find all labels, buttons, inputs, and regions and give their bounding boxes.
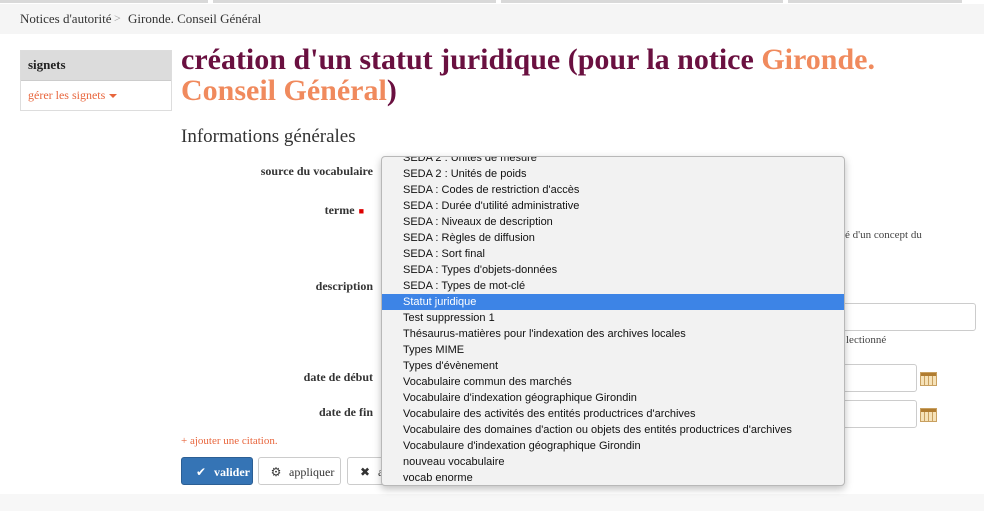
dropdown-options: SEDA 2 : Unités de mesure SEDA 2 : Unité…	[382, 157, 844, 485]
check-icon: ✔	[195, 465, 207, 479]
description-label: description	[315, 279, 373, 293]
add-citation-link[interactable]: + ajouter une citation.	[181, 435, 278, 447]
end-date-input[interactable]	[838, 400, 917, 428]
dropdown-option[interactable]: Types d'évènement	[382, 358, 844, 374]
dropdown-option[interactable]: Vocabulaire des domaines d'action ou obj…	[382, 422, 844, 438]
start-date-input[interactable]	[838, 364, 917, 392]
dropdown-option-selected[interactable]: Statut juridique	[382, 294, 844, 310]
gear-icon: ⚙	[270, 465, 282, 479]
dropdown-option[interactable]: Vocabulaire commun des marchés	[382, 374, 844, 390]
dropdown-option[interactable]: SEDA 2 : Unités de poids	[382, 166, 844, 182]
dropdown-option[interactable]: SEDA : Niveaux de description	[382, 214, 844, 230]
source-label: source du vocabulaire	[260, 164, 373, 178]
bookmarks-panel: signets gérer les signets	[20, 50, 172, 111]
dropdown-option[interactable]: Vocabulaire d'indexation géographique Gi…	[382, 390, 844, 406]
dropdown-option[interactable]: vocab enorme	[382, 470, 844, 485]
section-title: Informations générales	[181, 126, 356, 147]
start-date-label: date de début	[303, 370, 373, 384]
calendar-icon[interactable]	[920, 372, 937, 386]
dropdown-option[interactable]: SEDA : Types d'objets-données	[382, 262, 844, 278]
term-label-text: terme	[324, 203, 355, 217]
dropdown-option[interactable]: Test suppression 1	[382, 310, 844, 326]
breadcrumb-item-authorities[interactable]: Notices d'autorité	[20, 11, 112, 27]
validate-label: valider	[214, 465, 250, 479]
breadcrumb-separator: >	[114, 11, 121, 25]
end-date-label: date de fin	[319, 405, 373, 419]
dropdown-option[interactable]: Vocabulaire des activités des entités pr…	[382, 406, 844, 422]
manage-bookmarks-link[interactable]: gérer les signets	[28, 88, 118, 103]
footer-strip	[0, 494, 984, 511]
dropdown-option[interactable]: Types MIME	[382, 342, 844, 358]
calendar-icon[interactable]	[920, 408, 937, 422]
required-marker-icon: ■	[358, 206, 364, 216]
manage-bookmarks-label: gérer les signets	[28, 88, 106, 102]
title-suffix: )	[386, 74, 397, 107]
term-label: terme ■	[300, 203, 364, 218]
breadcrumb: Notices d'autorité > Gironde. Conseil Gé…	[0, 4, 984, 34]
concept-hint: é d'un concept du	[845, 229, 922, 241]
dropdown-option[interactable]: SEDA : Sort final	[382, 246, 844, 262]
description-input[interactable]	[838, 303, 976, 331]
apply-label: appliquer	[289, 465, 335, 479]
apply-button[interactable]: ⚙ appliquer	[258, 457, 341, 485]
dropdown-option[interactable]: nouveau vocabulaire	[382, 454, 844, 470]
dropdown-option[interactable]: SEDA : Codes de restriction d'accès	[382, 182, 844, 198]
close-icon: ✖	[359, 465, 371, 479]
selected-hint: lectionné	[846, 334, 887, 346]
dropdown-option[interactable]: SEDA : Règles de diffusion	[382, 230, 844, 246]
title-prefix: création d'un statut juridique (pour la …	[181, 43, 762, 76]
vocabulary-source-dropdown[interactable]: SEDA 2 : Unités de mesure SEDA 2 : Unité…	[381, 156, 845, 486]
dropdown-option[interactable]: SEDA : Types de mot-clé	[382, 278, 844, 294]
dropdown-option[interactable]: SEDA : Durée d'utilité administrative	[382, 198, 844, 214]
validate-button[interactable]: ✔ valider	[181, 457, 253, 485]
breadcrumb-item-current: Gironde. Conseil Général	[128, 11, 262, 26]
dropdown-option[interactable]: Thésaurus-matières pour l'indexation des…	[382, 326, 844, 342]
dropdown-option[interactable]: SEDA 2 : Unités de mesure	[382, 157, 844, 166]
bookmarks-title: signets	[21, 51, 171, 81]
dropdown-option[interactable]: Vocabulaure d'indexation géographique Gi…	[382, 438, 844, 454]
caret-down-icon	[109, 94, 118, 99]
page-title: création d'un statut juridique (pour la …	[181, 44, 971, 106]
